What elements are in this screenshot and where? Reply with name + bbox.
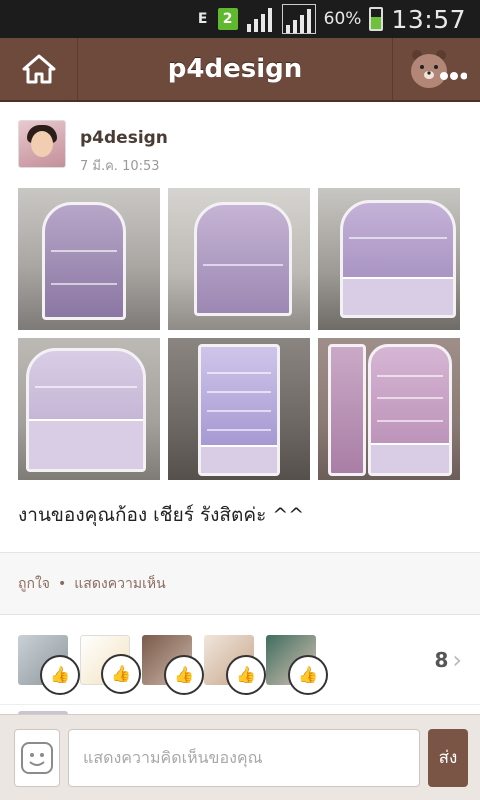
send-button[interactable]: ส่ง: [428, 728, 468, 787]
avatar[interactable]: [18, 120, 66, 168]
liker-avatar[interactable]: 👍: [18, 634, 80, 695]
post-timestamp: 7 มี.ค. 10:53: [80, 159, 160, 174]
photo-1[interactable]: [18, 188, 160, 330]
thumbs-up-sticker-icon: 👍: [40, 654, 80, 695]
thumbs-up-sticker-icon: 👍: [288, 654, 328, 695]
photo-3[interactable]: [318, 188, 460, 330]
more-button[interactable]: [392, 38, 480, 100]
home-button[interactable]: [0, 38, 78, 100]
photo-4[interactable]: [18, 338, 160, 480]
home-icon: [22, 54, 55, 84]
photo-2[interactable]: [168, 188, 310, 330]
signal-icon: [246, 8, 272, 32]
battery-percent: 60%: [323, 9, 362, 29]
like-count[interactable]: 8 ›: [434, 646, 462, 674]
clock: 13:57: [391, 4, 466, 34]
post-actions: ถูกใจ • แสดงความเห็น: [0, 553, 480, 615]
liker-avatar[interactable]: 👍: [80, 634, 141, 694]
page-title: p4design: [167, 54, 303, 84]
thumbs-up-sticker-icon: 👍: [226, 654, 266, 695]
app-header: p4design: [0, 38, 480, 102]
post-caption: งานของคุณก้อง เชียร์ รังสิตค่ะ ^^: [18, 504, 305, 526]
like-link[interactable]: ถูกใจ: [18, 573, 50, 595]
battery-icon: [369, 7, 384, 31]
post: p4design 7 มี.ค. 10:53 งานของคุณก้อง เชี…: [0, 102, 480, 542]
author-name[interactable]: p4design: [80, 128, 168, 148]
author-row: p4design 7 มี.ค. 10:53: [18, 120, 462, 182]
photo-6[interactable]: [318, 338, 460, 480]
liker-avatar[interactable]: 👍: [142, 634, 204, 695]
chevron-right-icon: ›: [452, 645, 462, 674]
likers-row[interactable]: 👍 👍 👍 👍 👍 8 ›: [0, 615, 480, 705]
comment-input[interactable]: [68, 728, 420, 787]
comment-composer: ส่ง: [0, 714, 480, 800]
status-bar: E 2 60% 13:57: [0, 0, 480, 38]
bear-more-icon: [410, 50, 467, 88]
sticker-button[interactable]: [14, 728, 60, 787]
signal-icon-2: [281, 4, 316, 34]
smiley-icon: [21, 741, 53, 774]
thumbs-up-sticker-icon: 👍: [164, 654, 204, 695]
thumbs-up-sticker-icon: 👍: [101, 653, 141, 694]
photo-5[interactable]: [168, 338, 310, 480]
like-count-number: 8: [434, 647, 449, 672]
liker-avatar[interactable]: 👍: [204, 634, 266, 695]
comment-link[interactable]: แสดงความเห็น: [74, 573, 165, 595]
network-type: E: [197, 11, 208, 27]
separator-dot: •: [58, 575, 67, 592]
sim-badge: 2: [217, 8, 238, 30]
photo-grid: [18, 188, 462, 480]
liker-avatar[interactable]: 👍: [266, 634, 328, 695]
